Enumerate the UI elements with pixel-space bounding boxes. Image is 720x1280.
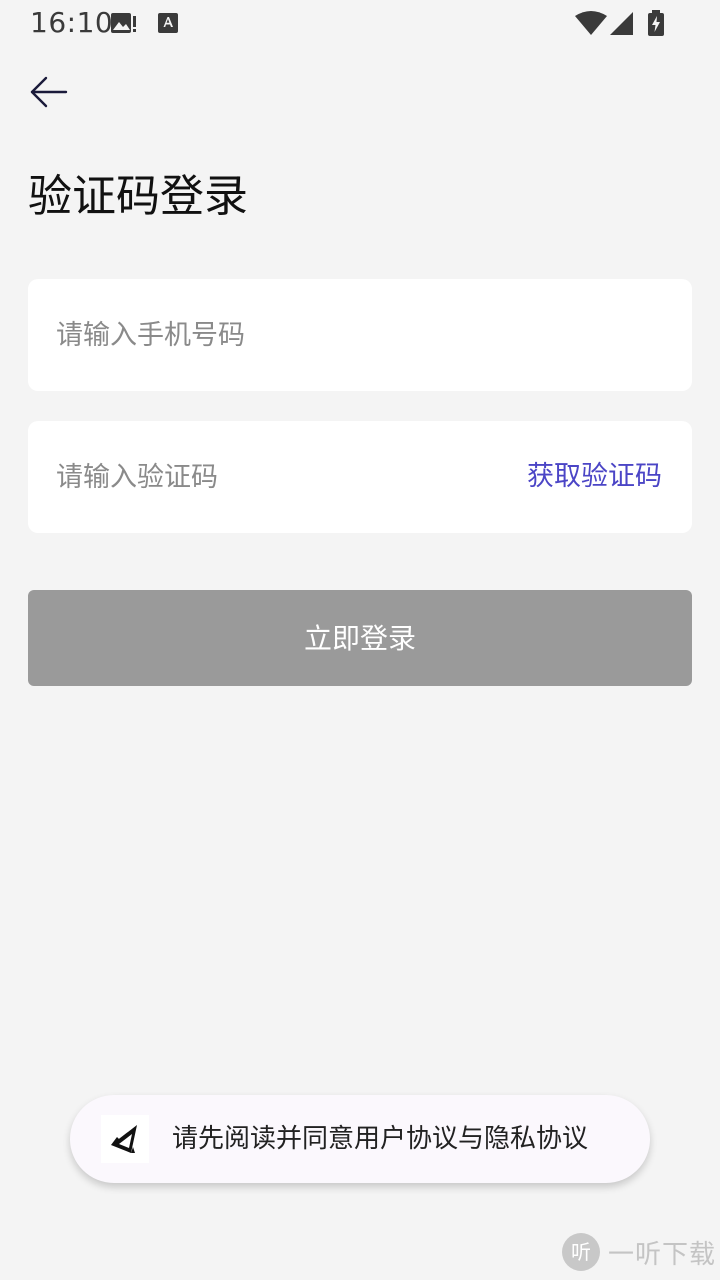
code-input-card: 获取验证码 [28, 421, 692, 533]
phone-input-card [28, 279, 692, 391]
watermark: 听 一听下载 [561, 1232, 716, 1272]
toast-message: 请先阅读并同意用户协议与隐私协议 [172, 1124, 589, 1154]
status-time: 16:10 [30, 6, 114, 39]
watermark-badge: 听 [561, 1233, 600, 1271]
agreement-toast: 请先阅读并同意用户协议与隐私协议 [70, 1095, 650, 1183]
battery-charging-icon [648, 10, 664, 36]
page-title: 验证码登录 [28, 171, 248, 222]
wifi-icon [575, 11, 607, 35]
watermark-text: 一听下载 [607, 1239, 716, 1270]
verification-code-input[interactable] [56, 421, 496, 533]
login-button[interactable]: 立即登录 [28, 590, 692, 686]
app-logo-icon [101, 1115, 149, 1163]
phone-input[interactable] [56, 279, 656, 391]
arrow-left-icon [30, 76, 68, 108]
image-notification-icon [111, 13, 136, 33]
cell-signal-icon [610, 12, 633, 35]
status-bar: 16:10 [0, 0, 720, 48]
keyboard-a-icon [158, 13, 178, 33]
get-code-button[interactable]: 获取验证码 [527, 421, 662, 533]
back-button[interactable] [24, 70, 72, 114]
